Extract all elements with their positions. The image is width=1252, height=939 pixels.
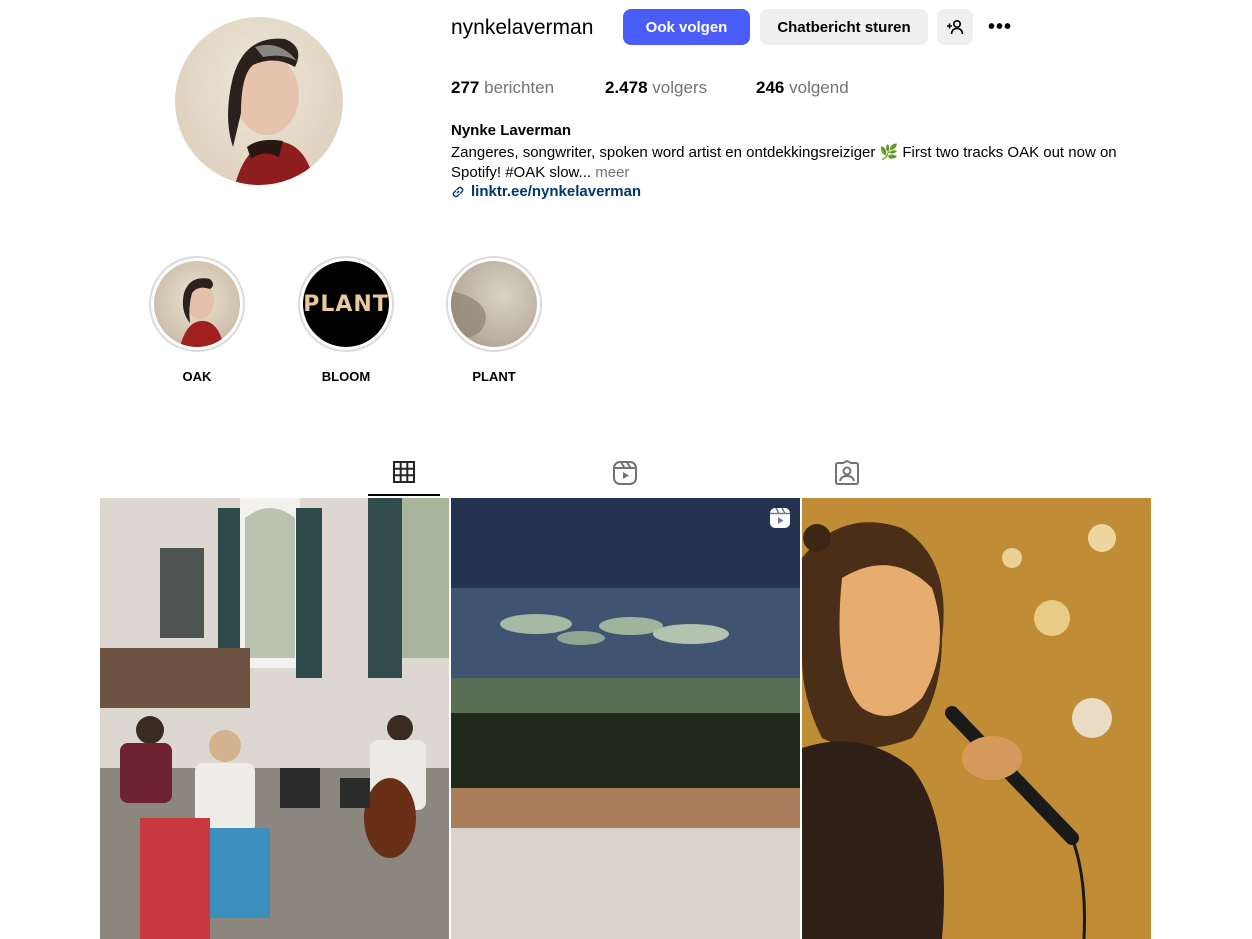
profile-link[interactable]: linktr.ee/nynkelaverman xyxy=(451,183,641,200)
highlight-oak[interactable]: OAK xyxy=(147,256,247,384)
highlight-bloom[interactable]: PLANT BLOOM xyxy=(296,256,396,384)
suggested-accounts-button[interactable] xyxy=(937,9,973,45)
highlight-label: OAK xyxy=(182,369,212,384)
post-thumbnail-1[interactable] xyxy=(100,498,449,939)
post-image-lily-pads xyxy=(451,498,800,939)
reel-indicator-icon xyxy=(770,507,790,528)
profile-avatar[interactable] xyxy=(175,17,343,185)
followers-count: 2.478 xyxy=(605,78,648,97)
profile-full-name: Nynke Laverman xyxy=(451,122,572,139)
profile-username: nynkelaverman xyxy=(451,16,594,39)
post-thumbnail-3[interactable] xyxy=(802,498,1151,939)
highlight-face-closeup xyxy=(451,291,486,340)
tagged-icon xyxy=(835,460,859,485)
highlight-cover: PLANT xyxy=(303,261,389,347)
link-icon xyxy=(452,186,464,197)
tab-posts[interactable] xyxy=(368,456,440,496)
follow-button[interactable]: Ook volgen xyxy=(623,9,750,45)
following-count: 246 xyxy=(756,78,785,97)
more-options-button[interactable]: ••• xyxy=(980,9,1020,45)
highlight-label: BLOOM xyxy=(321,369,371,384)
post-thumbnail-2[interactable] xyxy=(451,498,800,939)
add-person-icon xyxy=(947,19,964,35)
highlight-label: PLANT xyxy=(472,369,516,384)
bio-text: Zangeres, songwriter, spoken word artist… xyxy=(451,144,1117,181)
bio-more-link[interactable]: meer xyxy=(591,164,629,181)
highlight-portrait xyxy=(180,278,224,347)
post-image-string-ensemble xyxy=(100,498,449,939)
tab-tagged[interactable] xyxy=(811,456,883,496)
highlight-cover xyxy=(154,261,240,347)
highlight-ring xyxy=(446,256,542,352)
highlight-plant[interactable]: PLANT xyxy=(444,256,544,384)
tab-reels[interactable] xyxy=(589,456,661,496)
posts-label: berichten xyxy=(484,78,555,97)
posts-stat: 277 berichten xyxy=(451,77,554,99)
following-stat[interactable]: 246 volgend xyxy=(756,77,849,99)
active-tab-indicator xyxy=(368,494,440,496)
avatar-portrait xyxy=(228,38,315,185)
highlight-ring xyxy=(149,256,245,352)
message-button[interactable]: Chatbericht sturen xyxy=(760,9,928,45)
reels-icon xyxy=(613,461,637,485)
profile-link-text: linktr.ee/nynkelaverman xyxy=(471,183,642,200)
followers-label: volgers xyxy=(652,78,708,97)
highlight-cover-text: PLANT xyxy=(303,291,389,317)
followers-stat[interactable]: 2.478 volgers xyxy=(605,77,707,99)
profile-bio: Zangeres, songwriter, spoken word artist… xyxy=(451,143,1161,183)
grid-icon xyxy=(393,461,415,483)
highlight-ring: PLANT xyxy=(298,256,394,352)
following-label: volgend xyxy=(789,78,849,97)
highlight-cover xyxy=(451,261,537,347)
posts-count: 277 xyxy=(451,78,480,97)
post-image-singer xyxy=(802,498,1151,939)
